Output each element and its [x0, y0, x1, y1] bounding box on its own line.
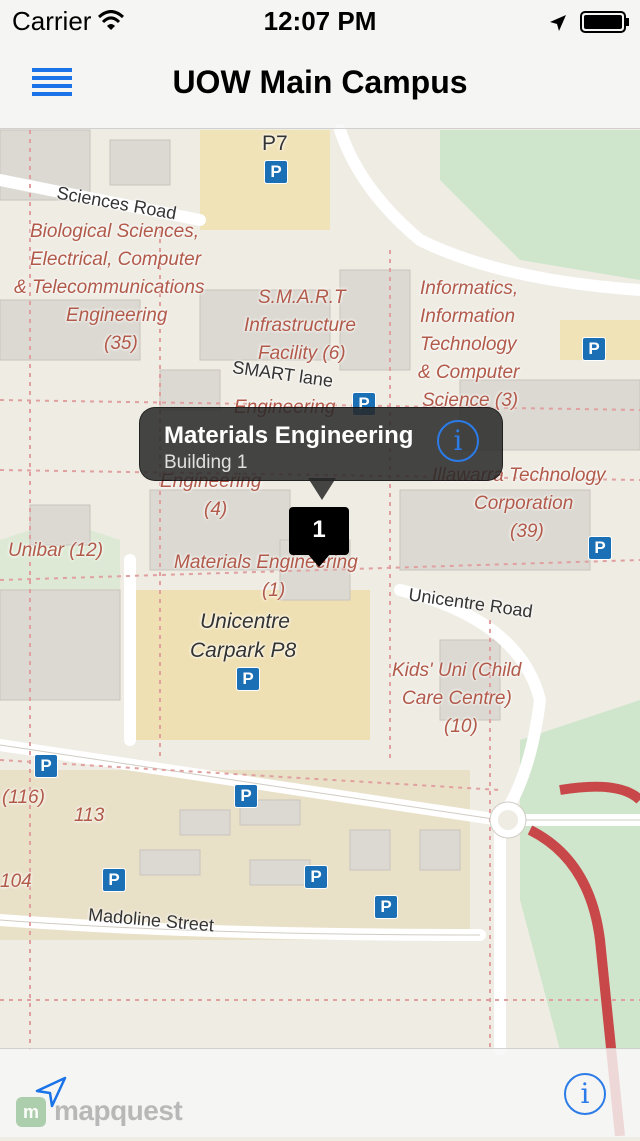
parking-icon: P	[34, 754, 58, 778]
map-label-building-4: (4)	[204, 499, 228, 520]
map-label-information: Information	[420, 306, 516, 327]
callout-info-icon[interactable]: i	[437, 420, 479, 462]
map-label-113: 113	[74, 805, 105, 826]
status-bar: Carrier 12:07 PM	[0, 0, 640, 40]
map-label-technology: Technology	[420, 334, 517, 355]
location-arrow-icon	[548, 9, 568, 40]
map-label-116: (116)	[2, 787, 45, 808]
map-label-104: 104	[0, 871, 32, 892]
callout-title: Materials Engineering	[164, 422, 414, 449]
page-title: UOW Main Campus	[172, 64, 468, 100]
map-label-kids-uni: Kids' Uni (Child	[392, 660, 522, 681]
parking-icon: P	[236, 667, 260, 691]
map-label-building-10: (10)	[444, 716, 478, 737]
map-pin-tail	[307, 553, 331, 567]
map-label-building-35: (35)	[104, 333, 138, 354]
map-label-smart-infrastructure: Infrastructure	[244, 315, 356, 336]
map-label-engineering-35: Engineering	[66, 305, 168, 326]
mapquest-text: mapquest	[54, 1095, 183, 1126]
mapquest-badge: m	[16, 1097, 46, 1127]
map-label-electrical-computer: Electrical, Computer	[30, 249, 202, 270]
parking-icon: P	[588, 536, 612, 560]
map-label-carpark-p8: Carpark P8	[190, 639, 297, 662]
callout-subtitle: Building 1	[164, 452, 248, 473]
map-label-biological-sciences: Biological Sciences,	[30, 221, 199, 242]
parking-icon: P	[304, 865, 328, 889]
battery-icon	[580, 9, 630, 40]
parking-icon: P	[102, 868, 126, 892]
map-label-smart-facility: Facility (6)	[258, 343, 346, 364]
callout-pointer	[308, 478, 336, 500]
parking-icon: P	[582, 337, 606, 361]
campus-map[interactable]: Sciences Road SMART lane Unicentre Road …	[0, 0, 640, 1137]
map-label-informatics: Informatics,	[420, 278, 519, 299]
bottom-toolbar: m mapquest i	[0, 1048, 640, 1137]
parking-icon: P	[234, 784, 258, 808]
map-label-unicentre: Unicentre	[200, 610, 290, 633]
map-label-corporation: Corporation	[474, 493, 574, 514]
status-time: 12:07 PM	[263, 6, 377, 36]
map-pin[interactable]: 1	[289, 507, 349, 555]
parking-icon: P	[374, 895, 398, 919]
map-label-and-computer: & Computer	[418, 362, 520, 383]
map-label-telecommunications: & Telecommunications	[14, 277, 205, 298]
map-label-building-39: (39)	[510, 521, 544, 542]
map-label-smart: S.M.A.R.T	[258, 287, 346, 308]
map-label-building-1: (1)	[262, 580, 286, 601]
map-label-care-centre: Care Centre)	[402, 688, 512, 709]
building-callout[interactable]: Materials Engineering Building 1 i	[139, 407, 503, 481]
info-icon[interactable]: i	[564, 1073, 606, 1115]
map-label-p7: P7	[262, 132, 288, 155]
parking-icon: P	[264, 160, 288, 184]
map-label-unibar: Unibar (12)	[8, 540, 104, 561]
